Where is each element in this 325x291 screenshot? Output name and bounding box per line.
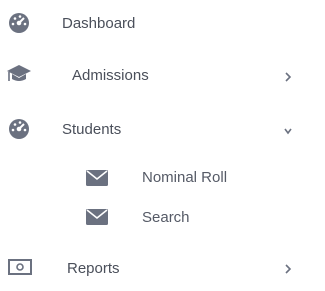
chevron-right-icon — [283, 262, 293, 276]
graduation-cap-icon — [6, 64, 32, 84]
submenu-item-label: Search — [142, 209, 190, 226]
menu-item-label: Dashboard — [62, 15, 136, 32]
menu-item-label: Reports — [67, 260, 120, 277]
submenu-item-search[interactable]: Search — [0, 198, 325, 238]
dashboard-gauge-icon — [8, 12, 30, 34]
chevron-down-icon — [283, 124, 293, 138]
menu-item-label: Students — [62, 121, 122, 138]
menu-item-reports[interactable]: Reports — [0, 249, 325, 289]
menu-item-students[interactable]: Students — [0, 110, 325, 150]
dashboard-gauge-icon — [8, 118, 30, 140]
sidebar-menu: Dashboard Admissions Students Nominal Ro… — [0, 0, 325, 291]
menu-item-label: Admissions — [72, 67, 149, 84]
envelope-icon — [86, 170, 108, 186]
menu-item-admissions[interactable]: Admissions — [0, 56, 325, 96]
menu-item-dashboard[interactable]: Dashboard — [0, 4, 325, 44]
envelope-icon — [86, 209, 108, 225]
submenu-item-label: Nominal Roll — [142, 169, 228, 186]
chevron-right-icon — [283, 70, 293, 84]
submenu-item-nominal-roll[interactable]: Nominal Roll — [0, 159, 325, 199]
money-bill-icon — [8, 259, 32, 275]
